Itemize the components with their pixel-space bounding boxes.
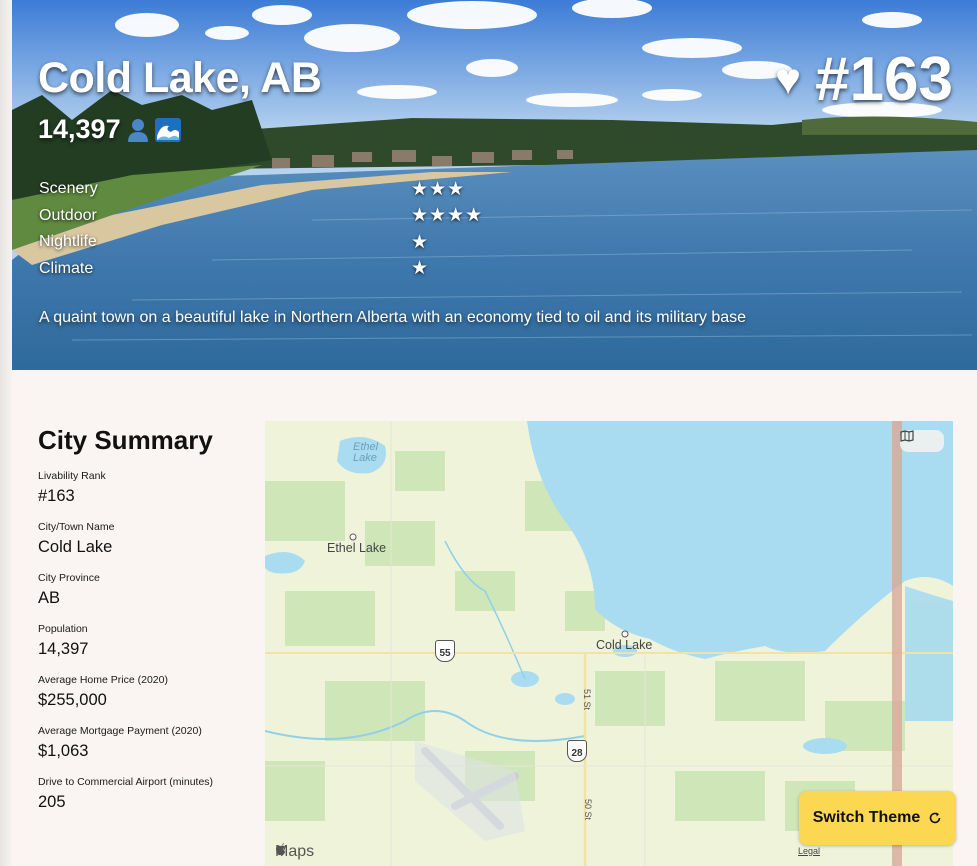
rating-row-nightlife: Nightlife ★ (39, 229, 483, 256)
page-left-edge (0, 0, 12, 866)
rating-row-climate: Climate ★ (39, 256, 483, 283)
rating-label: Outdoor (39, 206, 97, 224)
field-home-price: Average Home Price (2020) $255,000 (38, 674, 258, 710)
wave-icon (154, 117, 181, 142)
city-summary-panel: City Summary Livability Rank #163 City/T… (38, 425, 258, 827)
field-value: $255,000 (38, 691, 107, 709)
summary-heading: City Summary (38, 425, 213, 455)
rating-row-scenery: Scenery ★★★ (39, 176, 483, 203)
field-value: #163 (38, 487, 75, 505)
field-label: City Province (38, 572, 100, 584)
population-heading: 14,397 (38, 114, 181, 145)
rating-stars: ★★★ (411, 178, 466, 200)
person-icon (127, 118, 148, 142)
field-value: Cold Lake (38, 538, 113, 556)
rating-stars: ★★★★ (411, 205, 484, 227)
field-city-name: City/Town Name Cold Lake (38, 521, 258, 557)
apple-icon (276, 843, 286, 856)
rating-label: Nightlife (39, 233, 97, 251)
map-view-toggle[interactable] (900, 430, 944, 452)
rank-value: #163 (815, 45, 953, 114)
rating-stars: ★ (411, 258, 430, 280)
switch-theme-label: Switch Theme (812, 809, 921, 826)
field-value: $1,063 (38, 742, 89, 760)
field-label: Livability Rank (38, 470, 106, 482)
rating-row-outdoor: Outdoor ★★★★ (39, 203, 483, 230)
map-legal-link[interactable]: Legal (798, 846, 820, 856)
heart-icon[interactable]: ♥ (775, 55, 801, 105)
field-livability-rank: Livability Rank #163 (38, 470, 258, 506)
field-province: City Province AB (38, 572, 258, 608)
ethel-lake-water-label: Ethel Lake (353, 441, 379, 464)
refresh-icon (930, 812, 941, 824)
city-description: A quaint town on a beautiful lake in Nor… (39, 309, 747, 326)
highway-shield-28: 28 (567, 740, 587, 762)
ratings-list: Scenery ★★★ Outdoor ★★★★ Nightlife ★ Cli… (39, 176, 483, 282)
field-airport-drive: Drive to Commercial Airport (minutes) 20… (38, 776, 258, 812)
city-title: Cold Lake, AB (38, 54, 322, 102)
rating-label: Scenery (39, 180, 98, 198)
field-mortgage: Average Mortgage Payment (2020) $1,063 (38, 725, 258, 761)
hero-banner: Cold Lake, AB 14,397 ♥ #163 Scenery ★★★ … (12, 0, 977, 370)
field-label: Average Mortgage Payment (2020) (38, 725, 202, 737)
field-label: Population (38, 623, 88, 635)
highway-shield-55: 55 (435, 640, 455, 662)
street-label-50st: 50 St (583, 799, 593, 821)
field-label: Drive to Commercial Airport (minutes) (38, 776, 214, 788)
rating-stars: ★ (411, 231, 430, 253)
place-label-cold-lake: Cold Lake (596, 638, 653, 652)
apple-maps-logo: Maps (275, 843, 314, 861)
field-label: Average Home Price (2020) (38, 674, 168, 686)
map-icon (900, 430, 914, 442)
rank-badge: ♥ #163 (775, 44, 953, 115)
population-value: 14,397 (38, 114, 121, 144)
place-label-ethel-lake: Ethel Lake (327, 541, 387, 555)
rating-label: Climate (39, 259, 94, 277)
switch-theme-button[interactable]: Switch Theme (799, 791, 956, 845)
field-population: Population 14,397 (38, 623, 258, 659)
field-value: 14,397 (38, 640, 89, 658)
street-label-51st: 51 St (582, 689, 592, 711)
field-value: 205 (38, 793, 66, 811)
field-label: City/Town Name (38, 521, 115, 533)
field-value: AB (38, 589, 61, 607)
